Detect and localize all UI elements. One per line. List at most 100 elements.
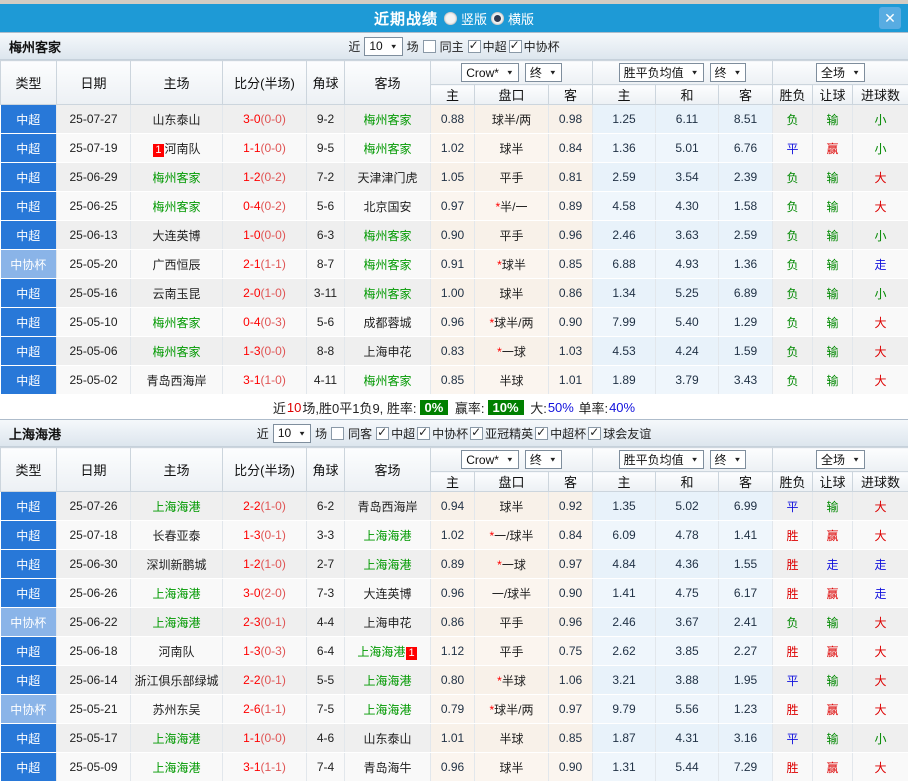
score-cell: 3-0(2-0) (223, 579, 307, 608)
scope-header: 全场▼ (773, 61, 908, 85)
sub-col-draw: 和 (656, 85, 719, 105)
sub-col-draw: 和 (656, 472, 719, 492)
col-type: 类型 (1, 448, 57, 492)
away-odds-cell: 0.97 (549, 695, 593, 724)
goals-result-cell: 大 (853, 637, 908, 666)
layout-radio-option[interactable] (444, 12, 457, 25)
away-team-cell: 上海海港 (345, 521, 431, 550)
europe-draw-cell: 5.01 (656, 134, 719, 163)
scope-select[interactable]: 全场▼ (816, 450, 865, 469)
europe-win-cell: 4.84 (593, 550, 656, 579)
date-cell: 25-06-22 (57, 608, 131, 637)
league-type-cell: 中超 (1, 753, 57, 782)
europe-draw-cell: 5.02 (656, 492, 719, 521)
sub-col-goals: 进球数 (853, 85, 908, 105)
away-odds-cell: 0.96 (549, 608, 593, 637)
goals-result-cell: 大 (853, 308, 908, 337)
europe-lose-cell: 1.29 (719, 308, 773, 337)
away-team-cell: 青岛海牛 (345, 753, 431, 782)
team-name: 上海海港 (9, 424, 61, 443)
sub-col-home-odds: 主 (431, 472, 475, 492)
europe-odds-select[interactable]: 胜平负均值▼ (619, 450, 704, 469)
col-away: 客场 (345, 61, 431, 105)
league-checkbox[interactable] (535, 427, 548, 440)
corner-cell: 5-6 (307, 308, 345, 337)
team-name: 梅州客家 (9, 37, 61, 56)
same-venue-checkbox[interactable] (331, 427, 344, 440)
odds-stage-select[interactable]: 终▼ (525, 450, 562, 469)
home-odds-cell: 1.05 (431, 163, 475, 192)
sub-col-goals: 进球数 (853, 472, 908, 492)
league-type-cell: 中超 (1, 192, 57, 221)
away-team-cell: 上海海港 (345, 695, 431, 724)
away-team-cell: 上海海港 (345, 550, 431, 579)
scope-select[interactable]: 全场▼ (816, 63, 865, 82)
europe-lose-cell: 3.43 (719, 366, 773, 395)
layout-radio-label[interactable]: 横版 (508, 9, 534, 28)
league-checkbox-label: 中协杯 (524, 38, 560, 55)
recent-count-select[interactable]: 10▼ (364, 37, 402, 56)
col-corner: 角球 (307, 61, 345, 105)
europe-stage-select[interactable]: 终▼ (710, 63, 747, 82)
europe-odds-select[interactable]: 胜平负均值▼ (619, 63, 704, 82)
europe-lose-cell: 1.36 (719, 250, 773, 279)
corner-cell: 6-2 (307, 492, 345, 521)
home-team-cell: 山东泰山 (131, 105, 223, 134)
europe-draw-cell: 4.93 (656, 250, 719, 279)
col-home: 主场 (131, 61, 223, 105)
league-checkbox[interactable] (588, 427, 601, 440)
league-checkbox[interactable] (509, 40, 522, 53)
sub-col-handicap: 盘口 (475, 472, 549, 492)
league-type-cell: 中超 (1, 724, 57, 753)
league-type-cell: 中超 (1, 105, 57, 134)
europe-win-cell: 3.21 (593, 666, 656, 695)
sub-col-away-odds: 客 (549, 85, 593, 105)
odds-stage-select[interactable]: 终▼ (525, 63, 562, 82)
handicap-result-cell: 输 (813, 308, 853, 337)
europe-draw-cell: 5.44 (656, 753, 719, 782)
league-type-cell: 中超 (1, 550, 57, 579)
close-button[interactable]: ✕ (879, 7, 901, 29)
layout-radio-label[interactable]: 竖版 (461, 9, 487, 28)
match-row: 中超25-07-26上海海港2-2(1-0)6-2青岛西海岸0.94球半0.92… (1, 492, 908, 521)
league-checkbox[interactable] (417, 427, 430, 440)
europe-lose-cell: 6.89 (719, 279, 773, 308)
europe-stage-select[interactable]: 终▼ (710, 450, 747, 469)
handicap-result-cell: 输 (813, 366, 853, 395)
recent-count-select[interactable]: 10▼ (273, 424, 311, 443)
goals-result-cell: 大 (853, 521, 908, 550)
goals-result-cell: 走 (853, 550, 908, 579)
europe-win-cell: 2.62 (593, 637, 656, 666)
result-cell: 胜 (773, 521, 813, 550)
handicap-result-cell: 输 (813, 105, 853, 134)
europe-lose-cell: 2.39 (719, 163, 773, 192)
handicap-cell: *球半/两 (475, 695, 549, 724)
europe-lose-cell: 7.29 (719, 753, 773, 782)
date-cell: 25-07-19 (57, 134, 131, 163)
score-cell: 0-4(0-3) (223, 308, 307, 337)
league-checkbox[interactable] (376, 427, 389, 440)
goals-result-cell: 小 (853, 279, 908, 308)
league-filter-group: 中超中协杯 (468, 38, 560, 55)
league-checkbox[interactable] (468, 40, 481, 53)
odds-company-select[interactable]: Crow*▼ (461, 450, 519, 469)
page-title: 近期战绩 (374, 8, 438, 29)
results-table-meizhou: 类型 日期 主场 比分(半场) 角球 客场 Crow*▼ 终▼ 胜平负均值▼ 终… (0, 60, 908, 395)
odds-company-select[interactable]: Crow*▼ (461, 63, 519, 82)
league-checkbox[interactable] (470, 427, 483, 440)
europe-lose-cell: 1.23 (719, 695, 773, 724)
league-type-cell: 中协杯 (1, 250, 57, 279)
date-cell: 25-06-13 (57, 221, 131, 250)
layout-radio-selected[interactable] (491, 12, 504, 25)
section-header-shanghai: 上海海港 近 10▼ 场 同客 中超中协杯亚冠精英中超杯球会友谊 (0, 419, 908, 447)
result-cell: 负 (773, 192, 813, 221)
away-odds-cell: 1.01 (549, 366, 593, 395)
goals-result-cell: 小 (853, 221, 908, 250)
same-venue-checkbox[interactable] (423, 40, 436, 53)
handicap-result-cell: 赢 (813, 637, 853, 666)
result-cell: 负 (773, 608, 813, 637)
europe-draw-cell: 5.40 (656, 308, 719, 337)
goals-result-cell: 大 (853, 163, 908, 192)
summary-part: 大: (527, 398, 547, 417)
score-cell: 1-3(0-0) (223, 337, 307, 366)
